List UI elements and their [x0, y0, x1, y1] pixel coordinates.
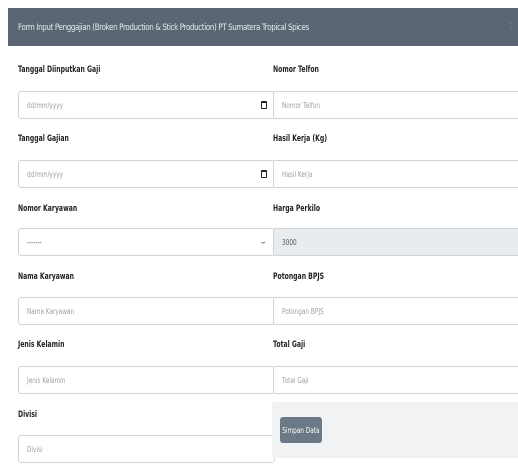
total-gaji-input[interactable]: Total Gaji	[273, 366, 518, 394]
action-panel: Simpan Data	[272, 402, 518, 458]
label-total-gaji: Total Gaji	[273, 340, 306, 350]
select-value: -------	[27, 237, 42, 247]
label-tanggal-diinputkan: Tanggal Diinputkan Gaji	[18, 65, 101, 75]
input-placeholder: Divisi	[27, 444, 43, 454]
input-placeholder: Hasil Kerja	[282, 169, 313, 179]
nomor-karyawan-select[interactable]: ------- ⌄	[18, 228, 275, 256]
label-nomor-telfon: Nomor Telfon	[273, 65, 319, 75]
label-nomor-karyawan: Nomor Karyawan	[18, 204, 78, 214]
harga-perkilo-input: 3000	[273, 228, 518, 256]
label-hasil-kerja: Hasil Kerja (Kg)	[273, 134, 328, 144]
label-tanggal-gajian: Tanggal Gajian	[18, 134, 69, 144]
hasil-kerja-input[interactable]: Hasil Kerja	[273, 160, 518, 188]
label-jenis-kelamin: Jenis Kelamin	[18, 340, 65, 350]
input-placeholder: Nama Karyawan	[27, 306, 75, 316]
input-placeholder: Potongan BPJS	[282, 306, 324, 316]
jenis-kelamin-input[interactable]: Jenis Kelamin	[18, 366, 275, 394]
divisi-input[interactable]: Divisi	[18, 435, 275, 463]
input-value: 3000	[282, 237, 297, 247]
calendar-icon[interactable]	[261, 101, 267, 109]
calendar-icon[interactable]	[261, 170, 267, 178]
label-divisi: Divisi	[18, 410, 38, 420]
potongan-bpjs-input[interactable]: Potongan BPJS	[273, 297, 518, 325]
button-label: Simpan Data	[282, 425, 320, 435]
tanggal-gajian-date-input[interactable]: dd/mm/yyyy	[18, 160, 275, 188]
form-title: Form Input Penggajian (Broken Production…	[18, 21, 309, 33]
nama-karyawan-input[interactable]: Nama Karyawan	[18, 297, 275, 325]
nomor-telfon-input[interactable]: Nomor Telfon	[273, 91, 518, 119]
simpan-data-button[interactable]: Simpan Data	[280, 417, 322, 443]
input-placeholder: Nomor Telfon	[282, 100, 321, 110]
date-placeholder: dd/mm/yyyy	[27, 100, 64, 110]
input-placeholder: Total Gaji	[282, 375, 309, 385]
card-header: Form Input Penggajian (Broken Production…	[8, 8, 518, 46]
menu-icon[interactable]: ⋮	[507, 22, 515, 31]
date-placeholder: dd/mm/yyyy	[27, 169, 64, 179]
label-harga-perkilo: Harga Perkilo	[273, 204, 321, 214]
tanggal-diinputkan-date-input[interactable]: dd/mm/yyyy	[18, 91, 275, 119]
input-placeholder: Jenis Kelamin	[27, 375, 66, 385]
label-nama-karyawan: Nama Karyawan	[18, 272, 75, 282]
chevron-down-icon: ⌄	[259, 238, 267, 246]
label-potongan-bpjs: Potongan BPJS	[273, 272, 325, 282]
